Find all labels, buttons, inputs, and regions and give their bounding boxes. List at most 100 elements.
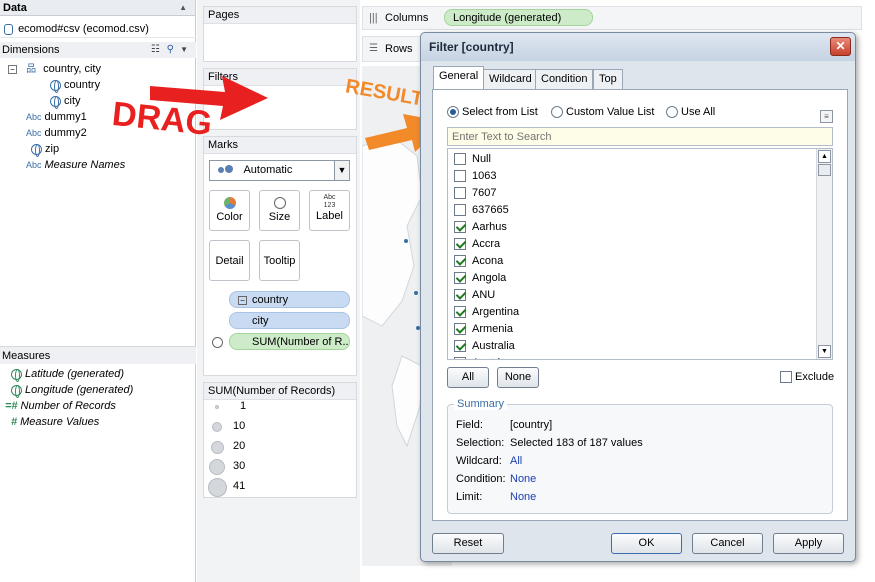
radio-icon	[666, 106, 678, 119]
dimension-item[interactable]: Abc dummy2	[26, 125, 87, 141]
color-button[interactable]: Color	[209, 190, 250, 231]
list-item-label: Argentina	[472, 306, 520, 318]
checkbox-icon[interactable]	[454, 153, 466, 166]
dimension-item[interactable]: city	[50, 93, 81, 109]
checkbox-icon	[780, 371, 792, 384]
checkbox-icon[interactable]	[454, 340, 466, 353]
wildcard-value[interactable]: All	[510, 455, 522, 467]
measure-item[interactable]: # Measure Values	[11, 414, 99, 430]
search-icon[interactable]: ⚲	[167, 42, 174, 58]
checkbox-icon[interactable]	[454, 272, 466, 285]
measure-item[interactable]: Latitude (generated)	[11, 366, 124, 382]
cancel-button[interactable]: Cancel	[692, 533, 763, 554]
checkbox-icon[interactable]	[454, 221, 466, 234]
collapse-icon[interactable]: −	[8, 65, 17, 74]
dimension-item[interactable]: − 品 country, city	[8, 61, 101, 77]
label-button[interactable]: Abc 123 Label	[309, 190, 350, 231]
checkbox-icon[interactable]	[454, 289, 466, 302]
measure-item[interactable]: Longitude (generated)	[11, 382, 133, 398]
chevron-down-icon[interactable]: ▼	[334, 161, 349, 180]
size-legend: SUM(Number of Records)	[203, 382, 357, 498]
list-item[interactable]: ANU	[454, 287, 495, 304]
list-item[interactable]: 1063	[454, 168, 496, 185]
list-item[interactable]: Argentina	[454, 304, 519, 321]
list-item[interactable]: Accra	[454, 236, 500, 253]
list-item[interactable]: 637665	[454, 202, 509, 219]
dimension-label: dummy1	[44, 111, 87, 123]
map-dot[interactable]	[404, 239, 408, 243]
collapse-arrows-icon[interactable]: ▲	[179, 0, 187, 16]
checkbox-icon[interactable]	[454, 357, 466, 359]
use-all-radio[interactable]: Use All	[666, 106, 715, 119]
size-button[interactable]: Size	[259, 190, 300, 231]
tab-label: Condition	[541, 73, 588, 85]
longitude-pill[interactable]: Longitude (generated)	[444, 9, 593, 26]
dialog-titlebar: Filter [country] ✕	[421, 33, 855, 61]
close-icon: ✕	[835, 39, 846, 53]
list-item-label: Aarhus	[472, 221, 507, 233]
checkbox-icon[interactable]	[454, 187, 466, 200]
list-item[interactable]: Angola	[454, 270, 506, 287]
detail-button[interactable]: Detail	[209, 240, 250, 281]
none-button[interactable]: None	[497, 367, 539, 388]
datasource-row[interactable]: ecomod#csv (ecomod.csv)	[0, 20, 196, 38]
apply-button[interactable]: Apply	[773, 533, 844, 554]
list-item[interactable]: Australia	[454, 338, 515, 355]
ok-button[interactable]: OK	[611, 533, 682, 554]
tab-wildcard[interactable]: Wildcard	[483, 69, 538, 89]
city-pill[interactable]: city	[229, 312, 350, 329]
tooltip-button[interactable]: Tooltip	[259, 240, 300, 281]
map-dot[interactable]	[414, 291, 418, 295]
sum-records-pill[interactable]: SUM(Number of R...	[229, 333, 350, 350]
tab-condition[interactable]: Condition	[535, 69, 594, 89]
tooltip-label: Tooltip	[263, 255, 296, 267]
columns-shelf[interactable]: ||| Columns	[362, 6, 862, 30]
country-pill[interactable]: − country	[229, 291, 350, 308]
checkbox-icon[interactable]	[454, 255, 466, 268]
checkbox-icon[interactable]	[454, 323, 466, 336]
scroll-thumb[interactable]	[818, 164, 831, 176]
scroll-down-button[interactable]: ▼	[818, 345, 831, 358]
list-item[interactable]: Armenia	[454, 321, 513, 338]
scroll-up-button[interactable]: ▲	[818, 150, 831, 163]
reset-button[interactable]: Reset	[432, 533, 504, 554]
list-item[interactable]: 7607	[454, 185, 496, 202]
pages-shelf[interactable]: Pages	[203, 6, 357, 62]
dimension-item[interactable]: zip	[31, 141, 59, 157]
dropdown-arrow-icon[interactable]: ▼	[180, 42, 188, 58]
tab-top[interactable]: Top	[593, 69, 623, 89]
custom-value-list-radio[interactable]: Custom Value List	[551, 106, 654, 119]
mark-type-label: Automatic	[243, 164, 293, 176]
dimension-item[interactable]: Abc Measure Names	[26, 157, 125, 173]
list-item[interactable]: Austria	[454, 355, 506, 359]
search-input[interactable]	[447, 127, 833, 146]
list-options-button[interactable]: ≡	[820, 110, 833, 123]
checkbox-icon[interactable]	[454, 238, 466, 251]
list-item[interactable]: Null	[454, 151, 491, 168]
tab-general[interactable]: General	[433, 66, 485, 90]
close-button[interactable]: ✕	[830, 37, 851, 56]
list-item[interactable]: Acona	[454, 253, 503, 270]
list-item-label: 637665	[472, 204, 509, 216]
mark-type-select[interactable]: Automatic ▼	[209, 160, 350, 181]
limit-value[interactable]: None	[510, 491, 536, 503]
datasource-name: ecomod#csv (ecomod.csv)	[18, 23, 149, 35]
scrollbar[interactable]: ▲ ▼	[816, 149, 832, 359]
select-from-list-radio[interactable]: Select from List	[447, 106, 538, 119]
condition-value[interactable]: None	[510, 473, 536, 485]
list-item[interactable]: Aarhus	[454, 219, 507, 236]
dimension-item[interactable]: country	[50, 77, 100, 93]
dimension-item[interactable]: Abc dummy1	[26, 109, 87, 125]
size-label: Size	[268, 211, 291, 223]
checkbox-icon[interactable]	[454, 170, 466, 183]
view-toggle-icon[interactable]: ☷	[151, 42, 160, 58]
collapse-icon[interactable]: −	[238, 296, 247, 305]
checkbox-icon[interactable]	[454, 306, 466, 319]
size-legend-circle	[215, 405, 219, 409]
exclude-checkbox[interactable]: Exclude	[780, 371, 834, 384]
dimension-label: country	[64, 79, 101, 91]
checkbox-icon[interactable]	[454, 204, 466, 217]
all-button[interactable]: All	[447, 367, 489, 388]
measure-item[interactable]: =# Number of Records	[5, 398, 116, 414]
size-legend-value: 30	[233, 460, 246, 472]
